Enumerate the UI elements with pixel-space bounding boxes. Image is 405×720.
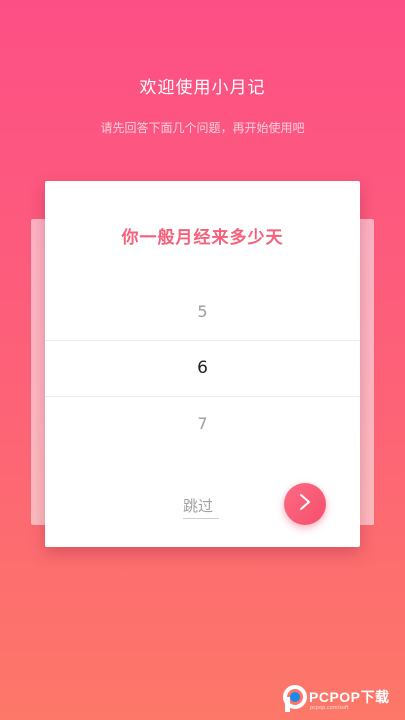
chevron-right-icon bbox=[297, 492, 313, 516]
welcome-subtitle: 请先回答下面几个问题，再开始使用吧 bbox=[100, 121, 305, 135]
picker-option-selected[interactable]: 6 bbox=[45, 358, 360, 378]
watermark-text: PCPOP下载 bbox=[309, 689, 390, 705]
picker-divider-top bbox=[45, 340, 360, 341]
skip-underline bbox=[183, 518, 219, 519]
days-picker[interactable]: 5 6 7 bbox=[45, 284, 360, 452]
welcome-title: 欢迎使用小月记 bbox=[139, 78, 266, 98]
picker-option-next[interactable]: 7 bbox=[45, 414, 360, 433]
skip-button[interactable]: 跳过 bbox=[183, 495, 213, 516]
pcpop-logo-icon bbox=[282, 684, 308, 718]
picker-option-prev[interactable]: 5 bbox=[45, 302, 360, 321]
question-title: 你一般月经来多少天 bbox=[121, 228, 284, 248]
watermark-subtext: pcpop.com/soft bbox=[310, 705, 349, 711]
question-card: 你一般月经来多少天 5 6 7 跳过 bbox=[45, 181, 360, 547]
picker-divider-bottom bbox=[45, 396, 360, 397]
next-button[interactable] bbox=[284, 483, 326, 525]
pcpop-watermark: PCPOP下载 pcpop.com/soft bbox=[282, 684, 400, 714]
